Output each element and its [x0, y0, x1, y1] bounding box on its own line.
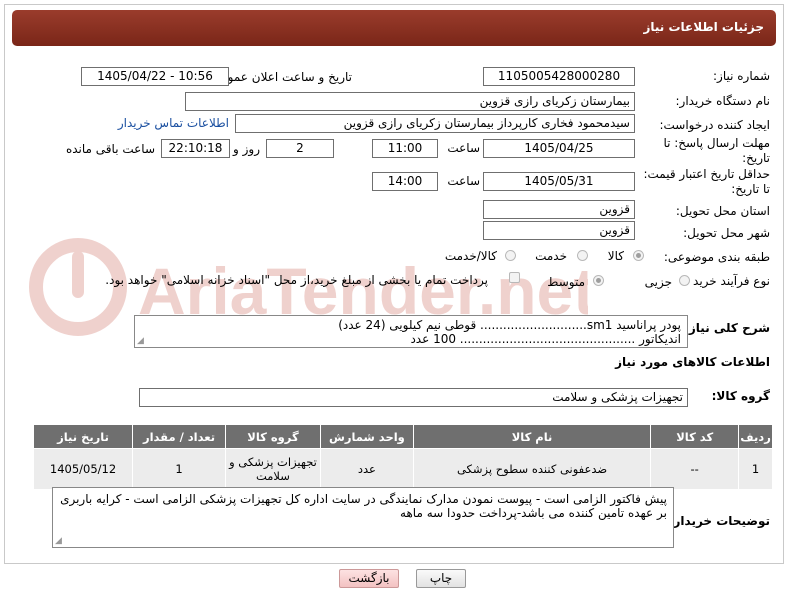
col-need-date: تاریخ نیاز: [32, 424, 134, 449]
goods-section-title: اطلاعات کالاهای مورد نیاز: [615, 355, 770, 369]
price-time-label: ساعت: [447, 174, 480, 188]
treasury-payment-note: پرداخت تمام یا بخشی از مبلغ خرید،از محل …: [105, 273, 488, 287]
col-row-number: ردیف: [738, 424, 773, 449]
deadline-date-field: 1405/04/25: [483, 139, 635, 158]
category-service-label: خدمت: [535, 249, 567, 263]
cell-quantity: 1: [132, 448, 226, 490]
process-partial-label: جزیی: [644, 275, 672, 289]
buyer-notes-text: پیش فاکتور الزامی است - پیوست نمودن مدار…: [60, 492, 667, 520]
remaining-time-field: 22:10:18: [161, 139, 230, 158]
cell-row-number: 1: [738, 448, 773, 490]
resize-grip-icon[interactable]: ◢: [137, 337, 144, 346]
deadline-label: مهلت ارسال پاسخ: تا: [663, 136, 770, 150]
province-field: قزوین: [483, 200, 635, 219]
category-goods-service-label: کالا/خدمت: [444, 249, 497, 263]
goods-table: ردیف کد کالا نام کالا واحد شمارش گروه کا…: [32, 424, 773, 490]
contact-info-link[interactable]: اطلاعات تماس خریدار: [118, 116, 229, 130]
need-number-label: شماره نیاز:: [713, 69, 770, 83]
announce-field: 1405/04/22 - 10:56: [81, 67, 229, 86]
requester-label: ایجاد کننده درخواست:: [659, 118, 770, 132]
back-button[interactable]: بازگشت: [339, 569, 399, 588]
col-goods-code: کد کالا: [650, 424, 740, 449]
deadline-label-2: تاریخ:: [742, 151, 770, 165]
cell-goods-name: ضدعفونی کننده سطوح پزشکی: [412, 448, 652, 490]
print-button[interactable]: چاپ: [416, 569, 466, 588]
description-line-2: اندیکاتور ..............................…: [410, 332, 681, 346]
col-goods-name: نام کالا: [412, 424, 652, 449]
need-number-field: 1105005428000280: [483, 67, 635, 86]
price-date-field: 1405/05/31: [483, 172, 635, 191]
cell-goods-code: --: [650, 448, 740, 490]
deadline-time-label: ساعت: [447, 141, 480, 155]
buyer-notes-textarea[interactable]: پیش فاکتور الزامی است - پیوست نمودن مدار…: [52, 487, 674, 548]
days-field: 2: [266, 139, 334, 158]
process-partial-radio[interactable]: [679, 275, 690, 286]
category-service-radio[interactable]: [577, 250, 588, 261]
buyer-org-label: نام دستگاه خریدار:: [675, 94, 771, 108]
col-goods-group: گروه کالا: [224, 424, 321, 449]
process-medium-label: متوسط: [547, 275, 585, 289]
buyer-notes-label: توضیحات خریدار:: [668, 514, 770, 528]
cell-unit: عدد: [319, 448, 414, 490]
process-medium-radio[interactable]: [593, 275, 604, 286]
price-validity-label: حداقل تاریخ اعتبار قیمت:: [643, 167, 770, 181]
category-goods-label: کالا: [607, 249, 624, 263]
col-quantity: تعداد / مقدار: [132, 424, 226, 449]
goods-group-label: گروه کالا:: [711, 389, 770, 403]
days-label: روز و: [233, 142, 260, 156]
remaining-label: ساعت باقی مانده: [65, 142, 155, 156]
resize-grip-icon[interactable]: ◢: [55, 537, 62, 546]
price-time-field: 14:00: [372, 172, 438, 191]
description-textarea[interactable]: پودر پراناسید sm1.......................…: [134, 315, 688, 348]
category-goods-radio[interactable]: [633, 250, 644, 261]
city-field: قزوین: [483, 221, 635, 240]
province-label: استان محل تحویل:: [675, 204, 770, 218]
treasury-payment-checkbox[interactable]: [509, 272, 520, 283]
process-label: نوع فرآیند خرید :: [685, 274, 770, 288]
price-validity-label-2: تا تاریخ:: [731, 182, 770, 196]
description-line-1: پودر پراناسید sm1.......................…: [338, 318, 681, 332]
cell-need-date: 1405/05/12: [32, 448, 134, 490]
category-goods-service-radio[interactable]: [505, 250, 516, 261]
buyer-org-field: بیمارستان زکریای رازی قزوین: [185, 92, 635, 111]
table-row: 1 -- ضدعفونی کننده سطوح پزشکی عدد تجهیزا…: [32, 448, 773, 490]
city-label: شهر محل تحویل:: [683, 226, 770, 240]
table-header-row: ردیف کد کالا نام کالا واحد شمارش گروه کا…: [32, 424, 773, 449]
col-unit: واحد شمارش: [319, 424, 414, 449]
requester-field: سیدمحمود فخاری کارپرداز بیمارستان زکریای…: [235, 114, 635, 133]
goods-group-field: تجهیزات پزشکی و سلامت: [139, 388, 688, 407]
panel-header: جزئیات اطلاعات نیاز: [12, 10, 776, 46]
deadline-time-field: 11:00: [372, 139, 438, 158]
cell-goods-group: تجهیزات پزشکی و سلامت: [224, 448, 321, 490]
page-title: جزئیات اطلاعات نیاز: [643, 20, 764, 34]
description-label: شرح کلی نیاز:: [684, 321, 770, 335]
category-label: طبقه بندی موضوعی:: [663, 250, 770, 264]
